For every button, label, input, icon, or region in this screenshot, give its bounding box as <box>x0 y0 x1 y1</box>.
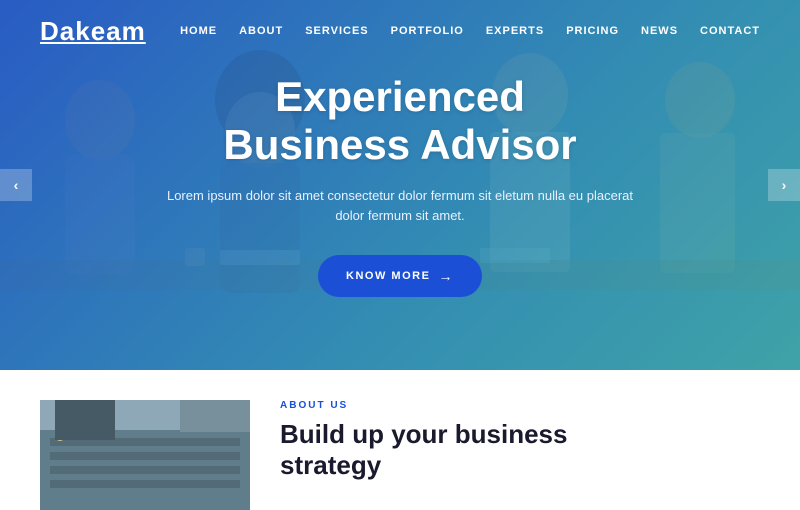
know-more-button[interactable]: KNOW MORE → <box>318 255 482 297</box>
about-building-image <box>40 400 250 510</box>
nav-news[interactable]: NEWS <box>641 25 678 37</box>
slider-prev-button[interactable]: ‹ <box>0 169 32 201</box>
slider-next-button[interactable]: › <box>768 169 800 201</box>
nav-experts[interactable]: EXPERTS <box>486 25 544 37</box>
chevron-left-icon: ‹ <box>14 177 19 193</box>
nav-about[interactable]: ABOUT <box>239 25 283 37</box>
main-nav: HOME ABOUT SERVICES PORTFOLIO EXPERTS PR… <box>180 25 760 37</box>
about-section: ABOUT US Build up your business strategy <box>0 370 800 500</box>
nav-contact[interactable]: CONTACT <box>700 25 760 37</box>
about-text-content: ABOUT US Build up your business strategy <box>280 400 760 481</box>
hero-section: Dakeam HOME ABOUT SERVICES PORTFOLIO EXP… <box>0 0 800 370</box>
hero-description: Lorem ipsum dolor sit amet consectetur d… <box>160 186 640 228</box>
about-label: ABOUT US <box>280 400 760 411</box>
nav-services[interactable]: SERVICES <box>305 25 368 37</box>
chevron-right-icon: › <box>782 177 787 193</box>
arrow-right-icon: → <box>438 268 454 284</box>
hero-content: Experienced Business Advisor Lorem ipsum… <box>160 73 640 297</box>
site-logo[interactable]: Dakeam <box>40 16 146 47</box>
nav-home[interactable]: HOME <box>180 25 217 37</box>
hero-title: Experienced Business Advisor <box>160 73 640 170</box>
nav-pricing[interactable]: PRICING <box>566 25 619 37</box>
nav-portfolio[interactable]: PORTFOLIO <box>391 25 464 37</box>
about-title: Build up your business strategy <box>280 419 760 481</box>
site-header: Dakeam HOME ABOUT SERVICES PORTFOLIO EXP… <box>0 0 800 62</box>
